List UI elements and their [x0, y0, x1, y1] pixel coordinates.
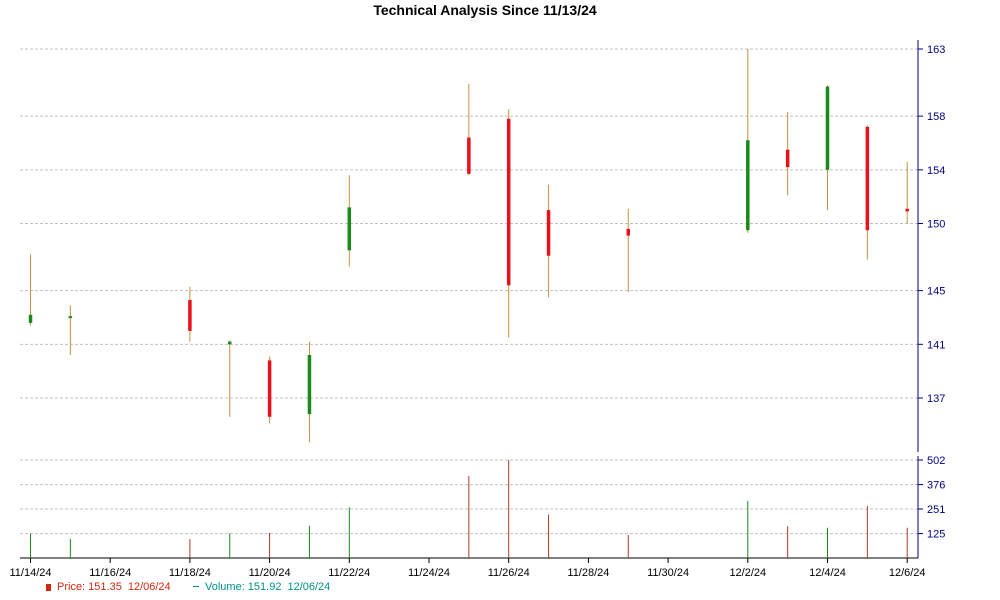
candle-body: [28, 314, 33, 323]
candle-body: [347, 207, 352, 251]
candle-body: [506, 118, 511, 286]
candle-body: [188, 300, 192, 331]
candle-body: [68, 316, 73, 319]
price-legend-value: Price: 151.35: [57, 581, 122, 593]
candle-body: [546, 210, 551, 256]
price-tick-label: 137: [927, 393, 945, 405]
candle-body: [307, 355, 312, 415]
candle-body: [228, 341, 232, 345]
candlestick-chart: 137 141 145 150 154 158 163 125 251 376 502 11/14/2…: [9, 40, 945, 579]
volume-tick-label: 376: [927, 480, 945, 492]
candle-body: [267, 360, 272, 417]
price-legend: Price: 151.35 12/06/24: [46, 581, 171, 593]
price-tick-label: 145: [927, 286, 945, 298]
candle-body: [865, 126, 870, 231]
x-tick-label: 11/26/24: [488, 567, 530, 579]
candle-body: [785, 149, 790, 168]
candle-body: [467, 137, 471, 174]
x-tick-label: 12/4/24: [809, 567, 846, 579]
volume-tick-label: 502: [927, 455, 945, 467]
volume-legend-value: Volume: 151.92: [205, 581, 282, 593]
candle-body: [626, 228, 630, 236]
x-tick-label: 11/24/24: [408, 567, 450, 579]
x-tick-label: 11/20/24: [249, 567, 291, 579]
volume-tick-label: 251: [927, 504, 945, 516]
candle-body: [825, 86, 830, 170]
x-tick-label: 12/6/24: [889, 567, 926, 579]
price-legend-icon: [46, 584, 51, 591]
volume-legend-date: 12/06/24: [287, 581, 331, 593]
volume-legend-icon: [193, 586, 199, 587]
x-tick-label: 11/18/24: [169, 567, 211, 579]
candle-body: [905, 208, 909, 212]
volume-legend: Volume: 151.92 12/06/24: [193, 581, 330, 593]
candle-body: [746, 140, 750, 231]
price-tick-label: 150: [927, 219, 945, 231]
volume-tick-label: 125: [927, 529, 945, 541]
x-tick-label: 11/30/24: [647, 567, 689, 579]
x-tick-label: 11/28/24: [567, 567, 609, 579]
x-tick-label: 11/16/24: [89, 567, 131, 579]
x-tick-label: 11/14/24: [9, 567, 51, 579]
price-tick-label: 141: [927, 339, 945, 351]
price-legend-date: 12/06/24: [127, 581, 171, 593]
price-tick-label: 154: [927, 165, 945, 177]
x-tick-label: 12/2/24: [729, 567, 766, 579]
price-tick-label: 163: [927, 44, 945, 56]
price-tick-label: 158: [927, 111, 945, 123]
x-tick-label: 11/22/24: [328, 567, 370, 579]
